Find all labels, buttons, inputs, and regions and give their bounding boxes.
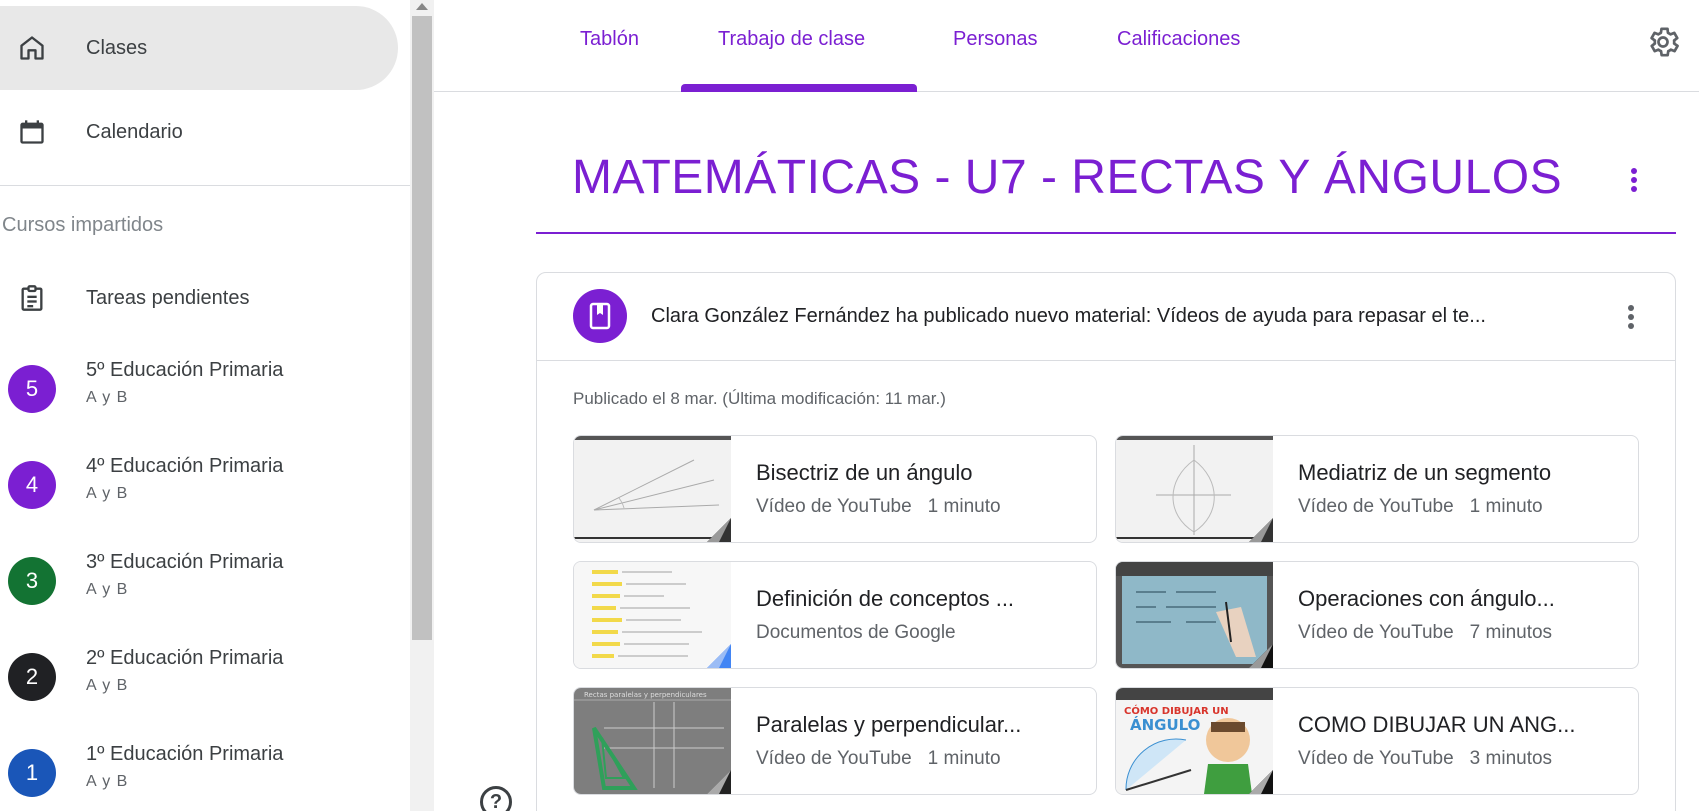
attachment-meta: Vídeo de YouTube 1 minuto [756,748,1001,770]
attachment-type: Vídeo de YouTube [1298,748,1454,769]
section-title: Cursos impartidos [2,214,164,236]
attachment-card[interactable]: Definición de conceptos ... Documentos d… [573,561,1097,669]
course-section: A y B [86,389,129,406]
attachment-duration: 7 minutos [1469,622,1553,643]
course-section: A y B [86,677,129,694]
material-header[interactable]: Clara González Fernández ha publicado nu… [537,273,1675,361]
attachment-type: Documentos de Google [756,622,956,643]
course-name: 4º Educación Primaria [86,455,284,477]
attachment-type: Vídeo de YouTube [756,496,912,517]
attachment-thumbnail [574,436,731,542]
attachment-thumbnail [1116,436,1273,542]
course-avatar: 1 [8,749,56,797]
calendar-icon [16,116,48,148]
course-section: A y B [86,485,129,502]
nav-calendario[interactable]: Calendario [0,90,398,174]
sidebar-divider [0,185,410,186]
attachment-thumbnail [574,562,731,668]
attachment-type: Vídeo de YouTube [756,748,912,769]
course-name: 5º Educación Primaria [86,359,284,381]
tab-personas[interactable]: Personas [953,28,1038,51]
attachment-meta: Vídeo de YouTube 7 minutos [1298,622,1552,644]
attachment-card[interactable]: CÓMO DIBUJAR UN ÁNGULO COMO DIBUJAR UN A… [1115,687,1639,795]
attachment-card[interactable]: Operaciones con ángulo... Vídeo de YouTu… [1115,561,1639,669]
course-item[interactable]: 3 3º Educación Primaria A y B [0,533,400,629]
published-date: Publicado el 8 mar. (Última modificación… [573,389,946,408]
course-item[interactable]: 4 4º Educación Primaria A y B [0,437,400,533]
attachment-type: Vídeo de YouTube [1298,622,1454,643]
course-avatar: 3 [8,557,56,605]
attachment-title: Paralelas y perpendicular... [756,712,1022,737]
attachment-type: Vídeo de YouTube [1298,496,1454,517]
tab-calificaciones[interactable]: Calificaciones [1117,28,1240,51]
topic-divider [536,232,1676,234]
attachment-thumbnail: CÓMO DIBUJAR UN ÁNGULO [1116,688,1273,794]
topic-title: MATEMÁTICAS - U7 - RECTAS Y ÁNGULOS [572,151,1563,204]
attachment-meta: Vídeo de YouTube 1 minuto [1298,496,1543,518]
attachment-duration: 1 minuto [927,496,1001,517]
nav-clases-label: Clases [86,36,148,59]
help-icon[interactable]: ? [480,786,512,811]
active-tab-indicator [681,84,917,92]
attachment-title: Definición de conceptos ... [756,586,1015,611]
material-more-icon[interactable] [1619,299,1643,335]
thumbnail-caption: Rectas paralelas y perpendiculares [584,691,707,699]
home-icon [16,32,48,64]
thumbnail-caption: ÁNGULO [1130,715,1200,734]
course-avatar: 5 [8,365,56,413]
material-card: Clara González Fernández ha publicado nu… [536,272,1676,811]
course-avatar: 2 [8,653,56,701]
course-section: A y B [86,773,129,790]
attachment-meta: Vídeo de YouTube 3 minutos [1298,748,1552,770]
attachment-card[interactable]: Rectas paralelas y perpendiculares Paral… [573,687,1097,795]
nav-tareas-label: Tareas pendientes [86,286,250,309]
sidebar-scrollbar[interactable] [410,0,434,811]
attachment-title: COMO DIBUJAR UN ANG... [1298,712,1576,737]
attachment-card[interactable]: Bisectriz de un ángulo Vídeo de YouTube 1… [573,435,1097,543]
attachment-meta: Documentos de Google [756,622,956,644]
sidebar: Clases Calendario Cursos impartidos Tare… [0,0,410,811]
material-title: Clara González Fernández ha publicado nu… [651,305,1486,327]
course-item[interactable]: 2 2º Educación Primaria A y B [0,629,400,725]
tab-tablon[interactable]: Tablón [580,28,639,51]
attachment-duration: 1 minuto [927,748,1001,769]
scroll-thumb[interactable] [412,16,432,640]
assignment-icon [16,282,48,314]
course-item[interactable]: 5 5º Educación Primaria A y B [0,341,400,437]
attachment-title: Mediatriz de un segmento [1298,460,1552,485]
attachment-duration: 1 minuto [1469,496,1543,517]
scroll-up-icon[interactable] [416,3,428,10]
attachment-title: Bisectriz de un ángulo [756,460,973,485]
nav-tareas-pendientes[interactable]: Tareas pendientes [0,256,398,340]
nav-calendario-label: Calendario [86,120,183,143]
gear-icon[interactable] [1645,24,1681,60]
attachment-duration: 3 minutos [1469,748,1553,769]
nav-clases[interactable]: Clases [0,6,398,90]
course-name: 2º Educación Primaria [86,647,284,669]
course-section: A y B [86,581,129,598]
attachment-thumbnail: Rectas paralelas y perpendiculares [574,688,731,794]
tab-trabajo-de-clase[interactable]: Trabajo de clase [718,28,865,51]
course-name: 3º Educación Primaria [86,551,284,573]
attachment-meta: Vídeo de YouTube 1 minuto [756,496,1001,518]
attachment-card[interactable]: Mediatriz de un segmento Vídeo de YouTub… [1115,435,1639,543]
attachment-title: Operaciones con ángulo... [1298,586,1555,611]
topic-more-icon[interactable] [1622,162,1646,198]
course-avatar: 4 [8,461,56,509]
material-book-icon [573,289,627,343]
attachment-thumbnail [1116,562,1273,668]
course-item[interactable]: 1 1º Educación Primaria A y B [0,725,400,811]
course-name: 1º Educación Primaria [86,743,284,765]
